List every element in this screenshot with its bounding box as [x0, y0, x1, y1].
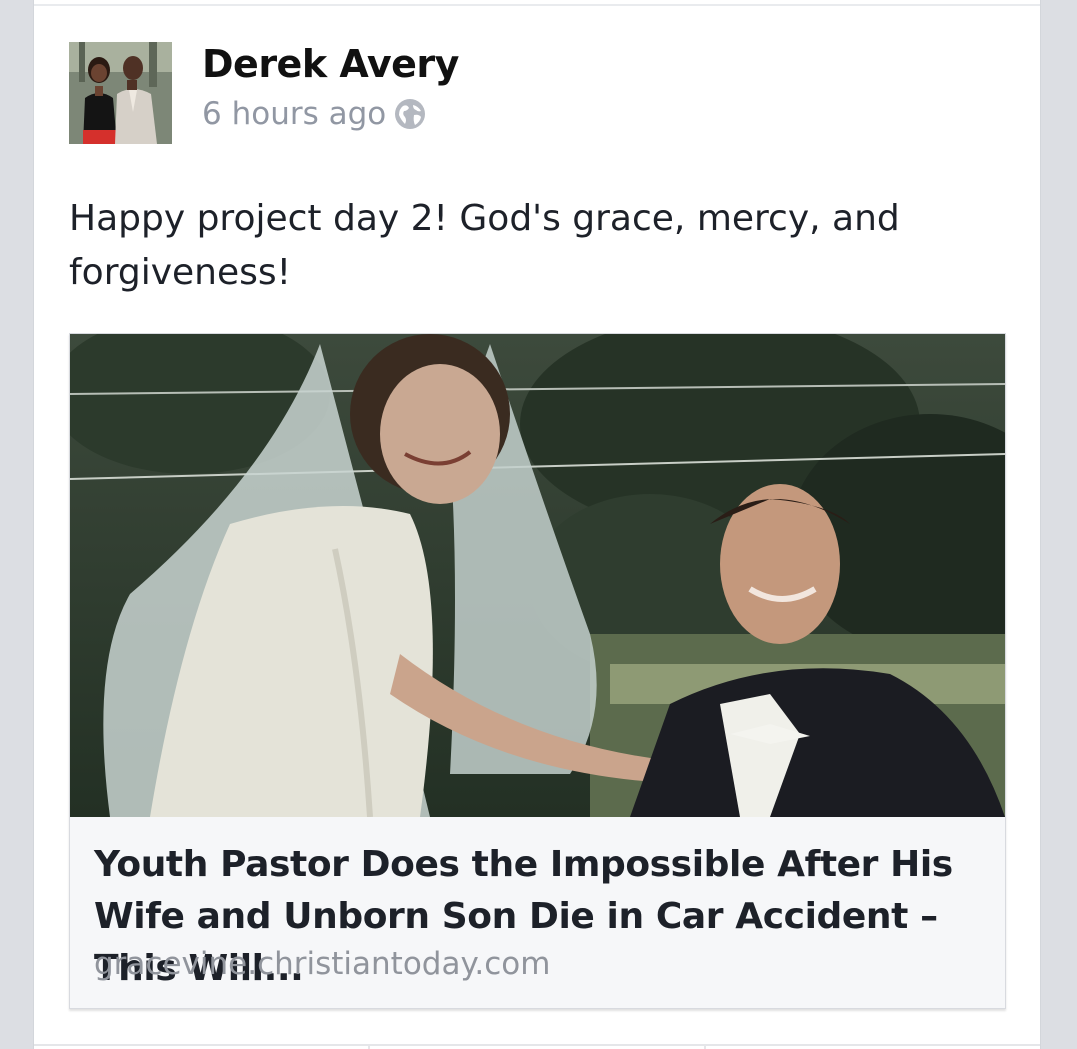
post-text: Happy project day 2! God's grace, mercy,…: [69, 198, 900, 293]
post-meta: 6 hours ago: [202, 96, 426, 132]
author-name[interactable]: Derek Avery: [202, 42, 459, 86]
post-timestamp[interactable]: 6 hours ago: [202, 96, 386, 132]
post-card: Derek Avery 6 hours ago Happy project da…: [33, 0, 1041, 1049]
avatar[interactable]: [69, 42, 172, 144]
wedding-photo: [70, 334, 1005, 817]
post-action-bar: [34, 1044, 1040, 1049]
link-preview[interactable]: Youth Pastor Does the Impossible After H…: [69, 333, 1006, 1009]
globe-icon: [395, 99, 426, 129]
card-divider: [34, 4, 1040, 6]
link-preview-domain: gracevine.christiantoday.com: [94, 946, 551, 982]
link-preview-image[interactable]: [70, 334, 1005, 817]
avatar-photo: [69, 42, 172, 144]
